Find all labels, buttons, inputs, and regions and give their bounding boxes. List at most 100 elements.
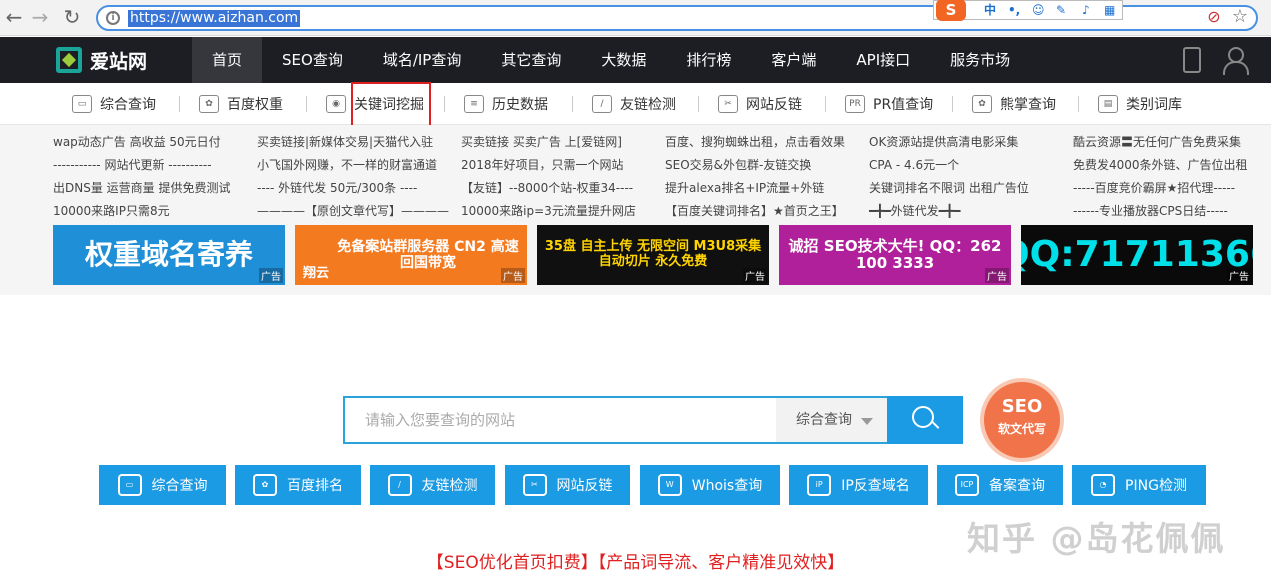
nav-item-5[interactable]: 排行榜 xyxy=(666,37,751,83)
nav-item-2[interactable]: 域名/IP查询 xyxy=(363,37,482,83)
link-icon: ∕ xyxy=(592,95,612,113)
text-ad-link[interactable]: ------专业播放器CPS日结----- xyxy=(1073,200,1271,223)
query-type-select[interactable]: 综合查询 xyxy=(776,396,887,444)
logo-mark-icon xyxy=(56,47,82,73)
quick-button-label: 友链检测 xyxy=(421,478,478,494)
text-ad-link[interactable]: ----------- 网站代更新 ---------- xyxy=(53,154,253,177)
text-ad-link[interactable]: 百度、搜狗蜘蛛出租，点击看效果 xyxy=(665,131,865,154)
sogou-ime-icon[interactable]: S xyxy=(936,0,966,21)
ime-mode[interactable]: 中 xyxy=(984,1,996,19)
subnav-divider xyxy=(1078,96,1079,112)
subnav-divider xyxy=(698,96,699,112)
nav-item-8[interactable]: 服务市场 xyxy=(930,37,1030,83)
subnav-item-1[interactable]: ✿ 百度权重 xyxy=(199,94,283,114)
quick-button-2[interactable]: ∕ 友链检测 xyxy=(370,465,495,505)
subnav-label: PR值查询 xyxy=(873,97,934,113)
quick-button-label: Whois查询 xyxy=(691,478,763,494)
quick-button-6[interactable]: ICP 备案查询 xyxy=(937,465,1063,505)
subnav-item-5[interactable]: ✂ 网站反链 xyxy=(718,94,802,114)
quick-button-4[interactable]: W Whois查询 xyxy=(640,465,780,505)
category-icon: ▤ xyxy=(1098,95,1118,113)
quick-button-label: 综合查询 xyxy=(151,478,208,494)
nav-item-3[interactable]: 其它查询 xyxy=(481,37,581,83)
text-ad-link[interactable]: ————【原创文章代写】———— xyxy=(257,200,457,223)
forward-arrow-icon[interactable]: → xyxy=(28,6,52,30)
banner-ad[interactable]: QQ:71711366广告 xyxy=(1021,225,1253,285)
ad-label: 广告 xyxy=(1227,268,1251,283)
back-arrow-icon[interactable]: ← xyxy=(2,6,26,30)
ime-punct[interactable]: •, xyxy=(1008,1,1020,19)
nav-item-0[interactable]: 首页 xyxy=(192,37,263,83)
search-input[interactable]: 请输入您要查询的网站 xyxy=(343,396,778,444)
subnav-item-4[interactable]: ∕ 友链检测 xyxy=(592,94,676,114)
text-ad-link[interactable]: ━╋━外链代发━╋━ xyxy=(869,200,1069,223)
text-ad-link[interactable]: 【友链】--8000个站-权重34---- xyxy=(461,177,661,200)
quick-button-1[interactable]: ✿ 百度排名 xyxy=(235,465,361,505)
text-ad-link[interactable]: 买卖链接|新媒体交易|天猫代入驻 xyxy=(257,131,457,154)
ime-mic-icon[interactable]: ♪ xyxy=(1082,1,1090,19)
translate-blocked-icon[interactable]: ⊘ xyxy=(1202,6,1226,30)
monitor-icon: ▭ xyxy=(72,95,92,113)
subnav-item-7[interactable]: ✿ 熊掌查询 xyxy=(972,94,1056,114)
text-ad-column: 酷云资源〓无任何广告免费采集 免费发4000条外链、广告位出租 -----百度竞价霸… xyxy=(1073,131,1271,223)
subnav-item-6[interactable]: PR PR值查询 xyxy=(845,94,933,114)
ime-pen-icon[interactable]: ✎ xyxy=(1056,1,1066,19)
quick-button-7[interactable]: ◔ PING检测 xyxy=(1072,465,1206,505)
quick-button-5[interactable]: iP IP反查域名 xyxy=(789,465,928,505)
reload-icon[interactable]: ↻ xyxy=(60,6,84,30)
text-ad-column: 买卖链接 买卖广告 上[爱链网] 2018年好项目，只需一个网站 【友链】--800… xyxy=(461,131,661,223)
text-ad-link[interactable]: 关键词排名不限词 出租广告位 xyxy=(869,177,1069,200)
user-account-icon[interactable] xyxy=(1222,47,1249,75)
quick-button-3[interactable]: ✂ 网站反链 xyxy=(505,465,630,505)
text-ad-link[interactable]: 买卖链接 买卖广告 上[爱链网] xyxy=(461,131,661,154)
mobile-phone-icon[interactable] xyxy=(1183,47,1201,73)
text-ad-link[interactable]: wap动态广告 高收益 50元日付 xyxy=(53,131,253,154)
text-ad-link[interactable]: 2018年好项目，只需一个网站 xyxy=(461,154,661,177)
nav-item-7[interactable]: API接口 xyxy=(836,37,930,83)
ime-grid-icon[interactable]: ▦ xyxy=(1104,1,1115,19)
ping-icon: ◔ xyxy=(1091,474,1116,496)
text-ad-link[interactable]: 10000来路IP只需8元 xyxy=(53,200,253,223)
seo-writing-badge[interactable]: SEO 软文代写 xyxy=(984,382,1060,458)
site-info-icon[interactable]: i xyxy=(106,11,120,25)
nav-item-1[interactable]: SEO查询 xyxy=(262,37,363,83)
search-bar: 请输入您要查询的网站 综合查询 xyxy=(343,396,963,444)
subnav-item-8[interactable]: ▤ 类别词库 xyxy=(1098,94,1182,114)
site-logo[interactable]: 爱站网 xyxy=(56,45,147,75)
database-icon: ≡ xyxy=(464,95,484,113)
text-ad-link[interactable]: 【百度关键词排名】★首页之王】 xyxy=(665,200,865,223)
subnav-divider xyxy=(444,96,445,112)
subnav-label: 熊掌查询 xyxy=(1000,97,1056,113)
text-ad-link[interactable]: ---- 外链代发 50元/300条 ---- xyxy=(257,177,457,200)
banner-ad[interactable]: 35盘 自主上传 无限空间 M3U8采集 自动切片 永久免费 广告 xyxy=(537,225,769,285)
nav-item-6[interactable]: 客户端 xyxy=(751,37,836,83)
banner-ad[interactable]: 权重域名寄养 广告 xyxy=(53,225,285,285)
search-button[interactable] xyxy=(887,396,963,444)
banner-ad[interactable]: 诚招 SEO技术大牛! QQ：262 100 3333 广告 xyxy=(779,225,1011,285)
seo-badge-subtitle: 软文代写 xyxy=(997,422,1046,436)
text-ad-link[interactable]: 出DNS量 运营商量 提供免费测试 xyxy=(53,177,253,200)
text-ad-link[interactable]: SEO交易&外包群-友链交换 xyxy=(665,154,865,177)
text-ad-link[interactable]: 酷云资源〓无任何广告免费采集 xyxy=(1073,131,1271,154)
ad-label: 广告 xyxy=(501,268,525,283)
logo-text: 爱站网 xyxy=(90,50,148,73)
text-ad-link[interactable]: OK资源站提供高清电影采集 xyxy=(869,131,1069,154)
ime-emoji-icon[interactable]: ☺ xyxy=(1032,1,1045,19)
text-ad-link[interactable]: 小飞国外网赚，不一样的财富通道 xyxy=(257,154,457,177)
zhihu-watermark: 知乎 @岛花佩佩 xyxy=(967,519,1226,558)
ad-area: wap动态广告 高收益 50元日付 ----------- 网站代更新 -----… xyxy=(0,125,1271,295)
banner-text: 35盘 自主上传 无限空间 M3U8采集 自动切片 永久免费 xyxy=(544,239,762,269)
text-ad-link[interactable]: -----百度竞价霸屏★招代理----- xyxy=(1073,177,1271,200)
quick-button-0[interactable]: ▭ 综合查询 xyxy=(99,465,226,505)
subnav-item-3[interactable]: ≡ 历史数据 xyxy=(464,94,548,114)
subnav-divider xyxy=(825,96,826,112)
bookmark-star-icon[interactable]: ☆ xyxy=(1228,6,1252,30)
text-ad-link[interactable]: 10000来路ip=3元流量提升网店 xyxy=(461,200,661,223)
banner-ad[interactable]: 免备案站群服务器 CN2 高速回国带宽 翔云 广告 xyxy=(295,225,527,285)
text-ad-link[interactable]: 免费发4000条外链、广告位出租 xyxy=(1073,154,1271,177)
nav-item-4[interactable]: 大数据 xyxy=(581,37,666,83)
text-ad-link[interactable]: CPA - 4.6元一个 xyxy=(869,154,1069,177)
text-ad-link[interactable]: 提升alexa排名+IP流量+外链 xyxy=(665,177,865,200)
subnav-item-0[interactable]: ▭ 综合查询 xyxy=(72,94,156,114)
url-text[interactable]: https://www.aizhan.com xyxy=(128,10,301,27)
